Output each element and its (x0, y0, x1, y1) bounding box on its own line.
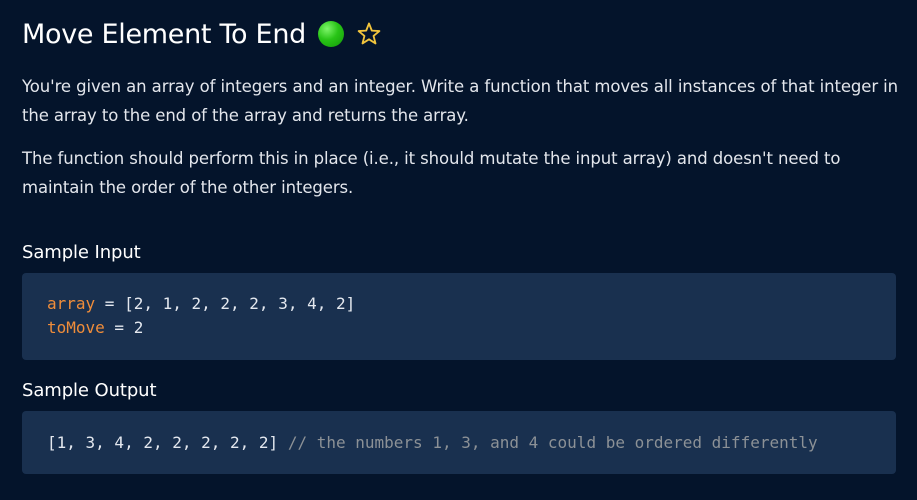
title-row: Move Element To End (22, 14, 382, 54)
sample-output-heading: Sample Output (22, 380, 157, 401)
star-outline-icon (357, 22, 381, 45)
variable-value: = [2, 1, 2, 2, 2, 3, 4, 2] (95, 294, 356, 313)
green-circle-icon (317, 21, 344, 47)
code-line: array = [2, 1, 2, 2, 2, 3, 4, 2] (47, 292, 896, 316)
code-line: toMove = 2 (47, 316, 896, 340)
output-value: [1, 3, 4, 2, 2, 2, 2, 2] (47, 433, 279, 452)
sample-input-code-block: array = [2, 1, 2, 2, 2, 3, 4, 2] toMove … (22, 273, 896, 360)
variable-value: = 2 (104, 318, 144, 337)
variable-name: array (47, 294, 96, 313)
sample-output-code-block: [1, 3, 4, 2, 2, 2, 2, 2] // the numbers … (22, 411, 896, 474)
star-icon[interactable] (356, 21, 382, 47)
page-title: Move Element To End (22, 18, 306, 50)
code-line: [1, 3, 4, 2, 2, 2, 2, 2] // the numbers … (47, 431, 896, 455)
problem-description: You're given an array of integers and an… (22, 77, 899, 125)
variable-name: toMove (47, 318, 105, 337)
problem-description-constraints: The function should perform this in plac… (22, 149, 841, 197)
sample-input-heading: Sample Input (22, 242, 141, 263)
code-comment: // the numbers 1, 3, and 4 could be orde… (278, 433, 818, 452)
